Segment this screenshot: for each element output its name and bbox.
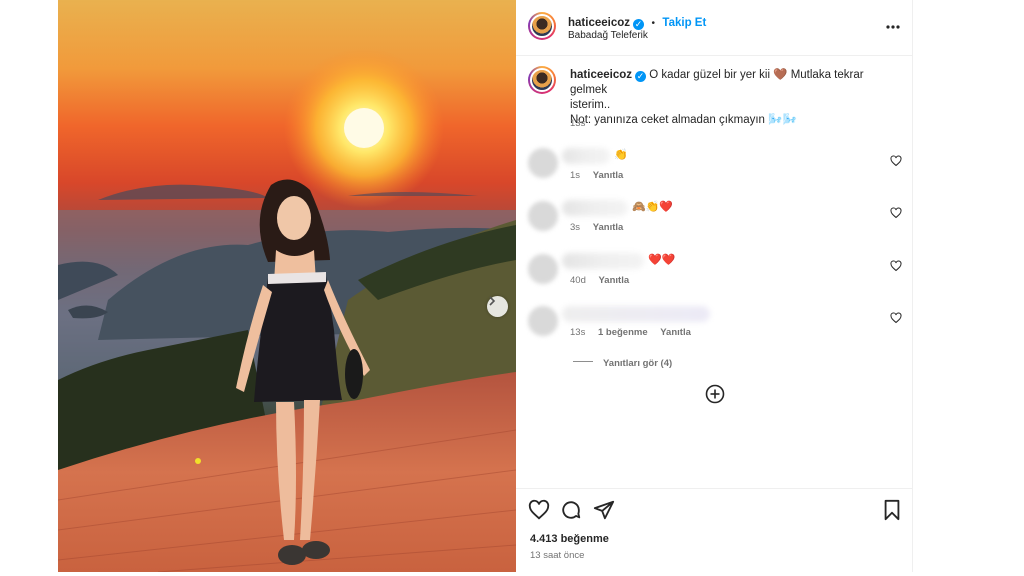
comment-avatar[interactable] — [528, 201, 558, 231]
comment-emoji: ❤️❤️ — [648, 254, 676, 266]
comment-text-blurred — [562, 148, 610, 164]
verified-badge-icon: ✓ — [635, 71, 646, 82]
reply-button[interactable]: Yanıtla — [593, 222, 624, 233]
bookmark-icon[interactable] — [882, 499, 902, 521]
comment-time: 1s — [570, 170, 581, 181]
verified-badge-icon: ✓ — [633, 19, 644, 30]
caption-username[interactable]: haticeeicoz — [570, 69, 632, 81]
reply-button[interactable]: Yanıtla — [599, 275, 630, 286]
comment-time: 3s — [570, 222, 581, 233]
author-avatar[interactable] — [528, 12, 556, 40]
comment-time: 13s — [570, 327, 586, 338]
posted-time: 13 saat önce — [530, 550, 585, 561]
caption-time: 13s — [570, 118, 586, 129]
send-icon[interactable] — [593, 499, 615, 521]
comment-avatar[interactable] — [528, 306, 558, 336]
carousel-next-button[interactable] — [487, 296, 508, 317]
post-actions: 4.413 beğenme 13 saat önce — [516, 488, 912, 573]
plus-circle-icon[interactable] — [705, 384, 725, 404]
comment-item: ❤️❤️ 40d Yanıtla — [516, 248, 912, 296]
comment-like-icon[interactable] — [890, 260, 902, 272]
comment-text-blurred — [562, 306, 710, 322]
comment-item: 👏 1s Yanıtla — [516, 142, 912, 190]
heart-icon[interactable] — [528, 499, 550, 521]
comment-item: 🙈👏❤️ 3s Yanıtla — [516, 195, 912, 243]
post-header: haticeeicoz ✓ • Takip Et Babadağ Teleferi… — [516, 0, 912, 56]
follow-button[interactable]: Takip Et — [662, 17, 706, 29]
separator-dot: • — [651, 18, 655, 29]
comment-text-blurred — [562, 253, 644, 269]
post-side-panel: haticeeicoz ✓ • Takip Et Babadağ Teleferi… — [516, 0, 913, 572]
author-username[interactable]: haticeeicoz — [568, 17, 630, 29]
view-replies-label: Yanıtları gör (4) — [603, 358, 673, 369]
reply-button[interactable]: Yanıtla — [593, 170, 624, 181]
comment-likes-count[interactable]: 1 beğenme — [598, 327, 648, 338]
chevron-right-icon — [489, 296, 496, 306]
likes-count[interactable]: 4.413 beğenme — [530, 533, 609, 545]
caption-avatar[interactable] — [528, 66, 556, 94]
reply-button[interactable]: Yanıtla — [660, 327, 691, 338]
divider-line — [573, 361, 593, 363]
comment-emoji: 👏 — [614, 149, 628, 161]
comment-like-icon[interactable] — [890, 207, 902, 219]
comment-like-icon[interactable] — [890, 312, 902, 324]
comment-emoji: 🙈👏❤️ — [632, 201, 674, 213]
post-photo[interactable] — [58, 0, 516, 572]
comment-time: 40d — [570, 275, 586, 286]
more-options-icon[interactable] — [886, 16, 900, 34]
sunset-scene — [58, 48, 516, 572]
comment-like-icon[interactable] — [890, 155, 902, 167]
comment-avatar[interactable] — [528, 254, 558, 284]
view-replies-button[interactable]: Yanıtları gör (4) — [573, 353, 672, 371]
caption-line-2: isterim.. — [570, 99, 611, 111]
comment-item: 13s 1 beğenme Yanıtla — [516, 300, 912, 348]
post-location[interactable]: Babadağ Teleferik — [568, 30, 648, 41]
comment-icon[interactable] — [560, 499, 582, 521]
comment-avatar[interactable] — [528, 148, 558, 178]
comment-text-blurred — [562, 200, 628, 216]
caption-line-3: Not: yanınıza ceket almadan çıkmayın 🌬️🌬… — [570, 114, 797, 126]
